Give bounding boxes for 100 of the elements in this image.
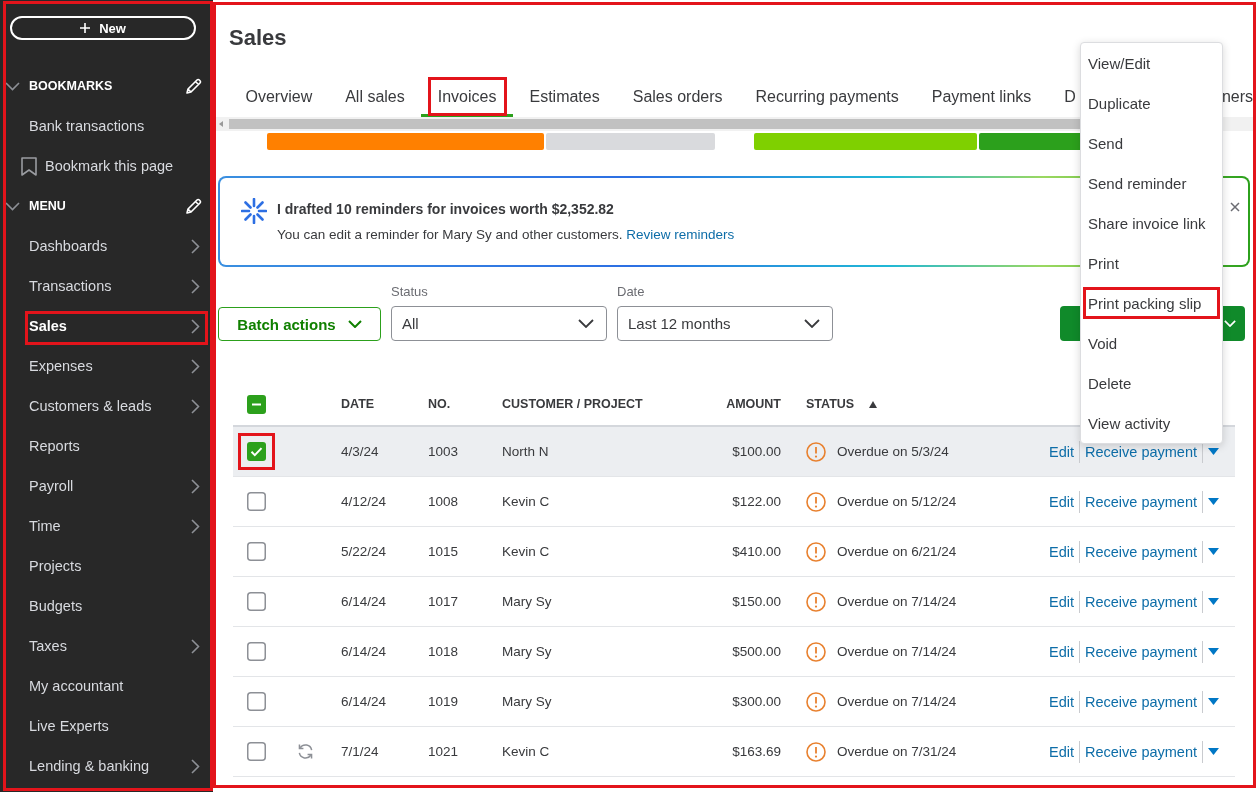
review-link[interactable]: Review reminders <box>626 227 735 242</box>
table-cell-text: Mary Sy <box>502 644 553 659</box>
sidebar-item[interactable]: Budgets <box>25 586 208 626</box>
edit-link[interactable]: Edit <box>1048 743 1074 760</box>
sidebar-item[interactable]: Dashboards <box>25 226 208 266</box>
tab[interactable]: Estimates <box>512 76 617 117</box>
menu-item[interactable]: Delete <box>1081 363 1222 403</box>
menu-item[interactable]: Send <box>1081 123 1222 163</box>
caret-down-icon[interactable] <box>1208 698 1219 705</box>
table-row[interactable]: 6/14/24 1017 Mary Sy $150.00 Overdue on 7/14/24 Edit Receive payment <box>233 577 1235 627</box>
status-text: Overdue on 7/14/24 <box>837 594 957 609</box>
sidebar-item[interactable]: Time <box>25 506 208 546</box>
column-header[interactable]: STATUS <box>806 397 855 411</box>
menu-item[interactable]: Share invoice link <box>1081 203 1222 243</box>
row-checkbox[interactable] <box>247 542 266 561</box>
close-icon[interactable] <box>1230 202 1240 212</box>
receive-payment-link[interactable]: Receive payment <box>1084 593 1197 610</box>
row-checkbox[interactable] <box>247 592 266 611</box>
pencil-icon[interactable] <box>185 77 202 95</box>
sidebar-item[interactable]: Reports <box>25 426 208 466</box>
receive-payment-link[interactable]: Receive payment <box>1084 443 1197 460</box>
row-checkbox[interactable] <box>247 642 266 661</box>
section-header[interactable]: MENU <box>5 199 66 213</box>
edit-link[interactable]: Edit <box>1048 443 1074 460</box>
table-cell-text: 7/1/24 <box>341 744 380 759</box>
edit-link[interactable]: Edit <box>1048 543 1074 560</box>
column-header[interactable]: NO. <box>428 397 451 411</box>
status-dropdown[interactable]: All <box>391 306 607 341</box>
menu-item[interactable]: Void <box>1081 323 1222 363</box>
chevron-down-icon <box>578 319 594 328</box>
row-checkbox[interactable] <box>247 492 266 511</box>
page-title: Sales <box>229 24 288 52</box>
sidebar-item[interactable]: Bank transactions <box>25 106 208 146</box>
status-text: Overdue on 5/12/24 <box>837 494 957 509</box>
sidebar-item[interactable]: Live Experts <box>25 706 208 746</box>
sidebar-item[interactable]: Payroll <box>25 466 208 506</box>
tab[interactable]: Overview <box>229 76 329 117</box>
menu-item[interactable]: Send reminder <box>1081 163 1222 203</box>
edit-link[interactable]: Edit <box>1048 493 1074 510</box>
menu-item[interactable]: Print <box>1081 243 1222 283</box>
receive-payment-link[interactable]: Receive payment <box>1084 493 1197 510</box>
table-cell-text: 4/3/24 <box>341 444 380 459</box>
column-header[interactable]: DATE <box>341 397 375 411</box>
table-row[interactable]: 7/1/24 1021 Kevin C $163.69 Overdue on 7/31/24 Edit Receive payment <box>233 727 1235 777</box>
edit-link[interactable]: Edit <box>1048 693 1074 710</box>
caret-down-icon[interactable] <box>1208 548 1219 555</box>
caret-down-icon[interactable] <box>1208 748 1219 755</box>
sidebar-item[interactable]: Taxes <box>25 626 208 666</box>
column-header[interactable]: CUSTOMER / PROJECT <box>502 397 643 411</box>
menu-item[interactable]: Duplicate <box>1081 83 1222 123</box>
row-checkbox[interactable] <box>247 442 266 461</box>
tab[interactable]: Payment links <box>915 76 1048 117</box>
sidebar-item[interactable]: Expenses <box>25 346 208 386</box>
receive-payment-link[interactable]: Receive payment <box>1084 543 1197 560</box>
caret-down-icon[interactable] <box>1208 648 1219 655</box>
tab[interactable]: All sales <box>328 76 422 117</box>
receive-payment-link[interactable]: Receive payment <box>1084 643 1197 660</box>
row-checkbox[interactable] <box>247 692 266 711</box>
receive-payment-link[interactable]: Receive payment <box>1084 743 1197 760</box>
sidebar-item[interactable]: Projects <box>25 546 208 586</box>
sidebar-item[interactable]: Transactions <box>25 266 208 306</box>
table-row[interactable]: 5/22/24 1015 Kevin C $410.00 Overdue on 6/21/24 Edit Receive payment <box>233 527 1235 577</box>
sidebar-item[interactable]: Bookmark this page <box>21 146 208 186</box>
row-checkbox[interactable] <box>247 742 266 761</box>
tab[interactable]: Recurring payments <box>739 76 916 117</box>
status-text: Overdue on 7/14/24 <box>837 694 957 709</box>
column-header[interactable]: AMOUNT <box>726 397 781 411</box>
pencil-icon[interactable] <box>185 197 202 215</box>
table-cell-text: 1015 <box>428 544 460 559</box>
date-dropdown[interactable]: Last 12 months <box>617 306 833 341</box>
banner-text: You can edit a reminder for Mary Sy and other customers. <box>277 227 623 242</box>
caret-down-icon[interactable] <box>1208 448 1219 455</box>
sidebar-item[interactable]: My accountant <box>25 666 208 706</box>
receive-payment-link[interactable]: Receive payment <box>1084 693 1197 710</box>
sidebar-item[interactable]: Customers & leads <box>25 386 208 426</box>
menu-item[interactable]: View/Edit <box>1081 43 1222 83</box>
status-text: Overdue on 6/21/24 <box>837 544 957 559</box>
tab[interactable]: ners <box>1221 76 1253 117</box>
edit-link[interactable]: Edit <box>1048 593 1074 610</box>
table-row[interactable]: 6/14/24 1018 Mary Sy $500.00 Overdue on 7/14/24 Edit Receive payment <box>233 627 1235 677</box>
sidebar-item[interactable]: Lending & banking <box>25 746 208 786</box>
sidebar-item[interactable]: Sales <box>25 306 208 346</box>
menu-item[interactable]: Print packing slip <box>1081 283 1222 323</box>
table-cell-text: Kevin C <box>502 744 551 759</box>
new-button[interactable]: New <box>10 16 196 40</box>
tab[interactable]: Invoices <box>421 76 513 117</box>
table-row[interactable]: 4/12/24 1008 Kevin C $122.00 Overdue on 5/12/24 Edit Receive payment <box>233 477 1235 527</box>
field-label: Status <box>391 284 428 299</box>
table-cell-text: 6/14/24 <box>341 594 388 609</box>
select-all-checkbox[interactable] <box>247 394 266 414</box>
table-cell-text: $163.69 <box>731 744 781 759</box>
batch-actions-button[interactable]: Batch actions <box>218 307 381 341</box>
section-header[interactable]: BOOKMARKS <box>5 79 113 93</box>
caret-down-icon[interactable] <box>1208 498 1219 505</box>
edit-link[interactable]: Edit <box>1048 643 1074 660</box>
table-row[interactable]: 6/14/24 1019 Mary Sy $300.00 Overdue on 7/14/24 Edit Receive payment <box>233 677 1235 727</box>
table-cell-text: $410.00 <box>731 544 781 559</box>
caret-down-icon[interactable] <box>1208 598 1219 605</box>
tab[interactable]: Sales orders <box>616 76 740 117</box>
table-cell-text: Mary Sy <box>502 594 553 609</box>
